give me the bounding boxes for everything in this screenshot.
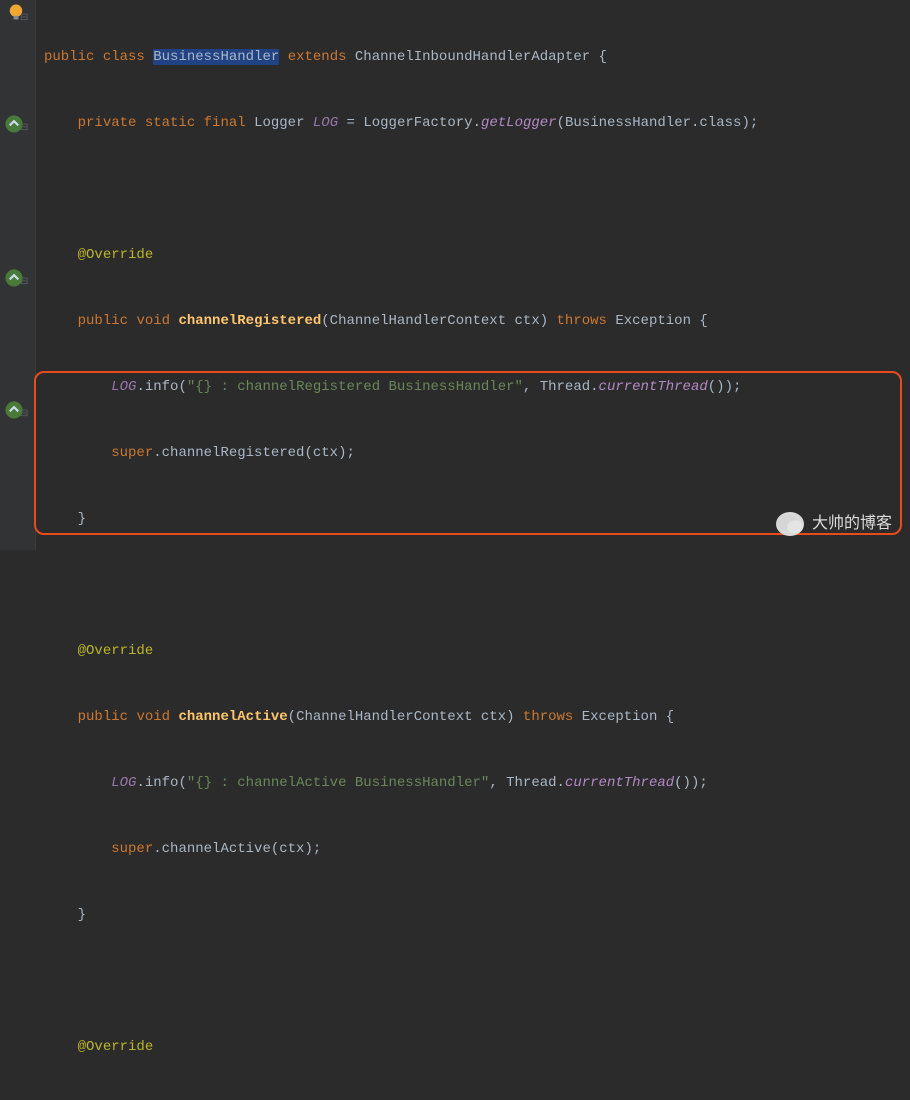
selected-token[interactable]: BusinessHandler — [153, 49, 279, 65]
watermark-text: 大帅的博客 — [812, 513, 892, 535]
code-line[interactable]: private static final Logger LOG = Logger… — [44, 112, 845, 134]
gutter: ⊟ ⊟ ⊟ ⊟ — [0, 0, 36, 550]
annotation: @Override — [78, 247, 154, 263]
wechat-icon — [776, 512, 804, 536]
code-line[interactable]: LOG.info("{} : channelRegistered Busines… — [44, 376, 845, 398]
code-editor[interactable]: ⊟ ⊟ ⊟ ⊟ public class BusinessHandler ext… — [0, 0, 910, 550]
code-line[interactable]: } — [44, 904, 845, 926]
code-line[interactable]: public void channelRegistered(ChannelHan… — [44, 310, 845, 332]
code-line[interactable]: public class BusinessHandler extends Cha… — [44, 46, 845, 68]
fold-minus-icon[interactable]: ⊟ — [20, 8, 30, 18]
annotation: @Override — [78, 643, 154, 659]
code-line[interactable]: @Override — [44, 1036, 845, 1058]
code-line[interactable] — [44, 970, 845, 992]
code-line[interactable]: super.channelActive(ctx); — [44, 838, 845, 860]
annotation: @Override — [78, 1039, 154, 1055]
override-icon[interactable] — [4, 268, 24, 288]
override-icon[interactable] — [4, 400, 24, 420]
override-icon[interactable] — [4, 114, 24, 134]
code-area[interactable]: public class BusinessHandler extends Cha… — [36, 0, 845, 550]
code-line[interactable] — [44, 178, 845, 200]
code-line[interactable]: public void channelActive(ChannelHandler… — [44, 706, 845, 728]
watermark: 大帅的博客 — [776, 512, 892, 536]
code-line[interactable]: LOG.info("{} : channelActive BusinessHan… — [44, 772, 845, 794]
code-line[interactable] — [44, 574, 845, 596]
code-line[interactable]: @Override — [44, 640, 845, 662]
code-line[interactable]: super.channelRegistered(ctx); — [44, 442, 845, 464]
code-line[interactable]: @Override — [44, 244, 845, 266]
code-line[interactable]: } — [44, 508, 845, 530]
